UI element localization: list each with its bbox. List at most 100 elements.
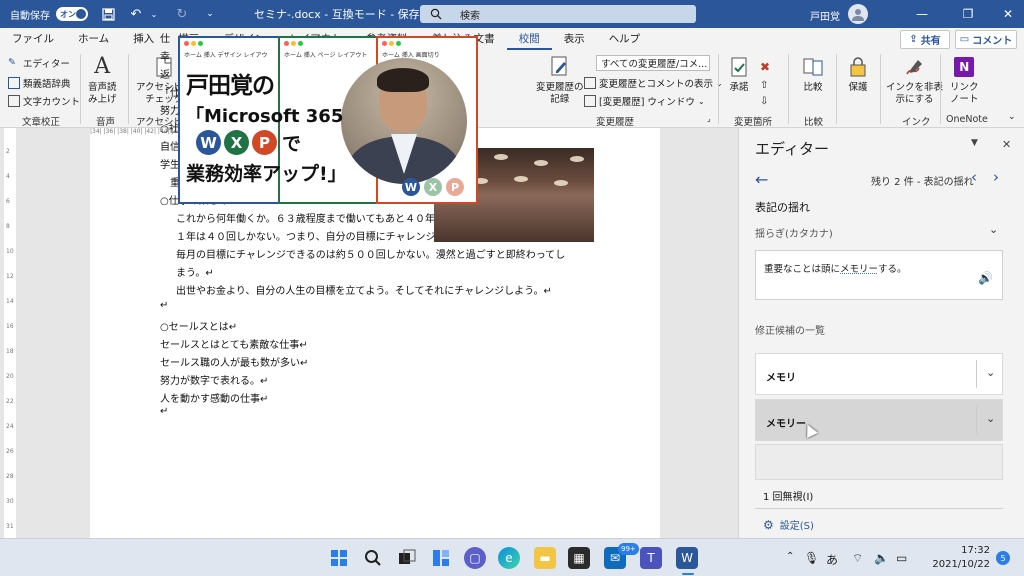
minimize-icon[interactable]: — <box>914 6 930 22</box>
speaker-icon[interactable]: 🔊 <box>978 271 993 285</box>
tab-8[interactable]: 校閲 <box>506 28 552 50</box>
task-view-icon[interactable] <box>396 547 418 569</box>
file-explorer-icon[interactable]: ▬ <box>534 547 556 569</box>
compare-button[interactable]: 比較 <box>800 54 826 94</box>
ruler-mark: 24 <box>6 423 14 430</box>
customize-quick-access-icon[interactable]: ⌄ <box>202 6 218 22</box>
widgets-icon[interactable] <box>430 547 452 569</box>
search-icon[interactable] <box>362 547 384 569</box>
word-small-badge-icon: W <box>402 178 420 196</box>
undo-dropdown-icon[interactable]: ⌄ <box>146 6 162 22</box>
avatar[interactable] <box>848 4 868 24</box>
document-line: ○セールスとは↵ <box>160 322 238 333</box>
settings-link[interactable]: ⚙ 設定(S) <box>763 517 814 533</box>
ribbon-separator <box>718 54 719 124</box>
mini-tabs: ホーム 挿入 ページ レイアウト <box>284 52 368 59</box>
mini-tabs: ホーム 挿入 デザイン レイアウ <box>184 52 268 59</box>
previous-change-icon[interactable]: ⇧ <box>760 80 768 91</box>
accept-button[interactable]: 承諾 <box>726 54 752 94</box>
comment-label: コメント <box>972 36 1013 47</box>
suggestions-empty-area <box>755 444 1003 480</box>
tray-overflow-icon[interactable]: ⌃ <box>786 551 794 562</box>
show-markup-button[interactable]: 変更履歴とコメントの表示 ⌄ <box>584 76 723 90</box>
thesaurus-icon <box>8 77 20 89</box>
chevron-down-icon[interactable]: ⌄ <box>986 412 995 425</box>
tab-9[interactable]: 表示 <box>552 28 597 50</box>
suggestion-option[interactable]: メモリー ⌄ <box>755 399 1003 441</box>
comment-button[interactable]: ▭ コメント <box>955 30 1017 49</box>
ink-icon <box>902 54 928 80</box>
ruler-mark: 20 <box>6 373 14 380</box>
chat-icon[interactable]: ▢ <box>464 547 486 569</box>
edge-icon[interactable]: e <box>498 547 520 569</box>
word-count-button[interactable]: 文字カウント <box>8 94 80 108</box>
editor-ribbon-button[interactable]: ✎ エディター <box>8 56 70 70</box>
reject-icon[interactable]: ✖ <box>760 60 770 74</box>
read-aloud-button[interactable]: A 音声読 み上げ <box>88 54 117 106</box>
chevron-down-icon[interactable]: ⌄ <box>986 366 995 379</box>
volume-icon[interactable]: 🔈 <box>874 551 889 565</box>
document-line: セールスとはとても素敵な仕事↵ <box>160 340 308 351</box>
back-arrow-icon[interactable]: ← <box>755 170 768 189</box>
read-aloud-icon: A <box>94 54 111 79</box>
document-line: 出世やお金より、自分の人生の目標を立てよう。そしてそれにチャレンジしよう。↵ <box>176 286 552 297</box>
previous-issue-icon[interactable]: ‹ <box>971 168 977 186</box>
ruler-mark: 10 <box>6 248 14 255</box>
autosave-state: オン <box>60 9 76 19</box>
search-box[interactable]: 検索 <box>420 5 696 23</box>
next-change-icon[interactable]: ⇩ <box>760 96 768 107</box>
ribbon-tabs: ファイルホーム挿入描画デザインレイアウト参考資料差し込み文書校閲表示ヘルプ <box>0 28 1024 50</box>
autosave-toggle[interactable]: オン <box>56 7 88 21</box>
hide-ink-button[interactable]: インクを非表 示にする <box>886 54 943 106</box>
issue-subtype: 揺らぎ(カタカナ) <box>755 229 833 240</box>
markup-dropdown[interactable]: すべての変更履歴/コメ... <box>596 55 710 71</box>
word-taskbar-icon[interactable]: W <box>676 547 698 569</box>
toggle-knob <box>76 9 86 19</box>
linked-notes-button[interactable]: N リンク ノート <box>950 54 979 106</box>
save-icon[interactable] <box>100 6 116 22</box>
wifi-icon[interactable]: ⌔ <box>852 551 863 566</box>
close-icon[interactable]: ✕ <box>1000 6 1016 22</box>
powerpoint-small-badge-icon: P <box>446 178 464 196</box>
microphone-icon[interactable]: 🎙 <box>804 551 819 565</box>
changes-group-label: 変更箇所 <box>734 117 773 128</box>
tab-10[interactable]: ヘルプ <box>597 28 653 50</box>
document-line: ↵ <box>160 300 169 311</box>
clock-date[interactable]: 2021/10/22 <box>925 559 990 570</box>
thesaurus-button[interactable]: 類義語辞典 <box>8 76 71 90</box>
ribbon-separator <box>788 54 789 124</box>
banner-title-line3: で <box>282 133 302 155</box>
document-line: まう。↵ <box>176 268 214 279</box>
store-icon[interactable]: ▦ <box>568 547 590 569</box>
collapse-ribbon-icon[interactable]: ⌄ <box>1008 112 1016 122</box>
share-button[interactable]: ⇪ 共有 <box>900 30 950 49</box>
undo-icon[interactable]: ↶ <box>128 6 144 22</box>
ribbon-separator <box>940 54 941 124</box>
close-pane-icon[interactable]: ✕ <box>1002 138 1011 151</box>
protect-button[interactable]: 保護 <box>845 54 871 94</box>
ruler-mark: 6 <box>6 198 10 205</box>
teams-icon[interactable]: T <box>640 547 662 569</box>
search-icon <box>430 8 442 20</box>
dialog-launcher-icon[interactable]: ⌟ <box>707 114 711 123</box>
redo-icon[interactable]: ↻ <box>174 6 190 22</box>
tab-0[interactable]: ファイル <box>0 28 66 50</box>
suggestion-option[interactable]: メモリ ⌄ <box>755 353 1003 395</box>
notification-badge[interactable]: 5 <box>996 551 1010 565</box>
document-line: 仕 <box>160 34 170 45</box>
next-issue-icon[interactable]: › <box>993 168 999 186</box>
ime-mode-icon[interactable]: あ <box>826 551 838 568</box>
track-changes-button[interactable]: 変更履歴の 記録 <box>536 54 584 106</box>
tab-1[interactable]: ホーム <box>66 28 121 50</box>
restore-icon[interactable]: ❐ <box>960 6 976 22</box>
battery-icon[interactable]: ▭ <box>896 551 907 565</box>
chevron-down-icon[interactable]: ⌄ <box>989 223 998 236</box>
clock-time[interactable]: 17:32 <box>942 545 990 556</box>
speech-group-label: 音声 <box>96 117 116 128</box>
user-name[interactable]: 戸田覚 <box>810 8 840 23</box>
start-icon[interactable] <box>328 547 350 569</box>
reviewing-pane-button[interactable]: [変更履歴] ウィンドウ ⌄ <box>584 94 705 108</box>
search-placeholder: 検索 <box>460 10 480 22</box>
ignore-once-button[interactable]: 1 回無視(I) <box>763 488 813 503</box>
pane-options-icon[interactable]: ▼ <box>971 138 978 148</box>
